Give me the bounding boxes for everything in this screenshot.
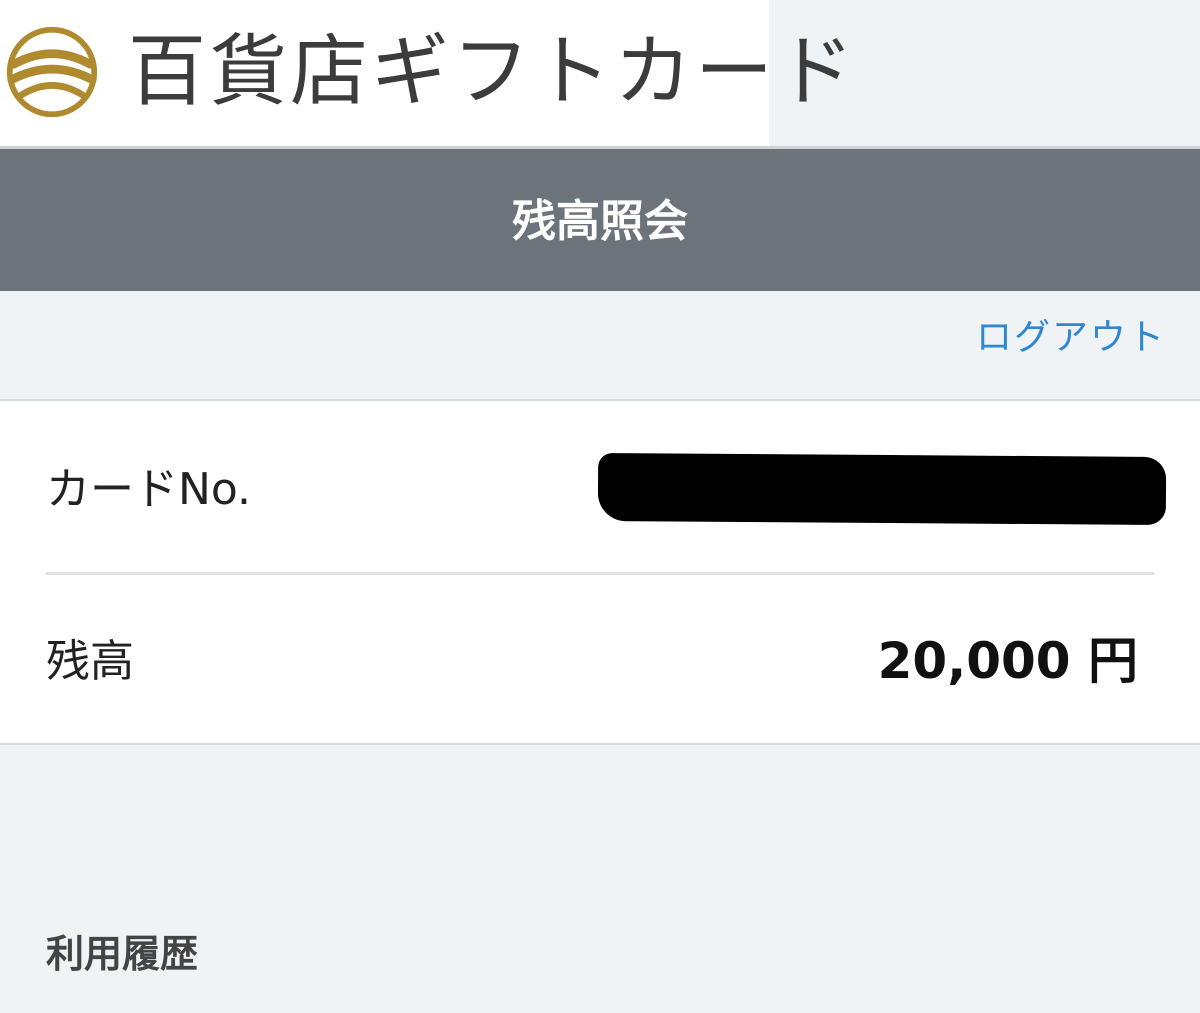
usage-history-title: 利用履歴 (46, 932, 199, 976)
page-title: 残高照会 (512, 196, 688, 247)
balance-label: 残高 (46, 636, 134, 687)
brand-name: 百貨店ギフトカード (128, 27, 858, 117)
brand-banner: 百貨店ギフトカード (0, 0, 854, 146)
globe-logo-icon (6, 26, 98, 118)
page-header: 残高照会 (0, 146, 1200, 291)
balance-info-card: カードNo. 残高 20,000 円 (0, 399, 1200, 745)
card-number-redacted (597, 453, 1167, 525)
brand-header: 百貨店ギフトカード (0, 0, 1200, 146)
balance-value: 20,000 円 (877, 632, 1138, 690)
logout-link[interactable]: ログアウト (976, 316, 1166, 360)
card-number-label: カードNo. (46, 464, 252, 515)
row-divider (46, 572, 1154, 575)
